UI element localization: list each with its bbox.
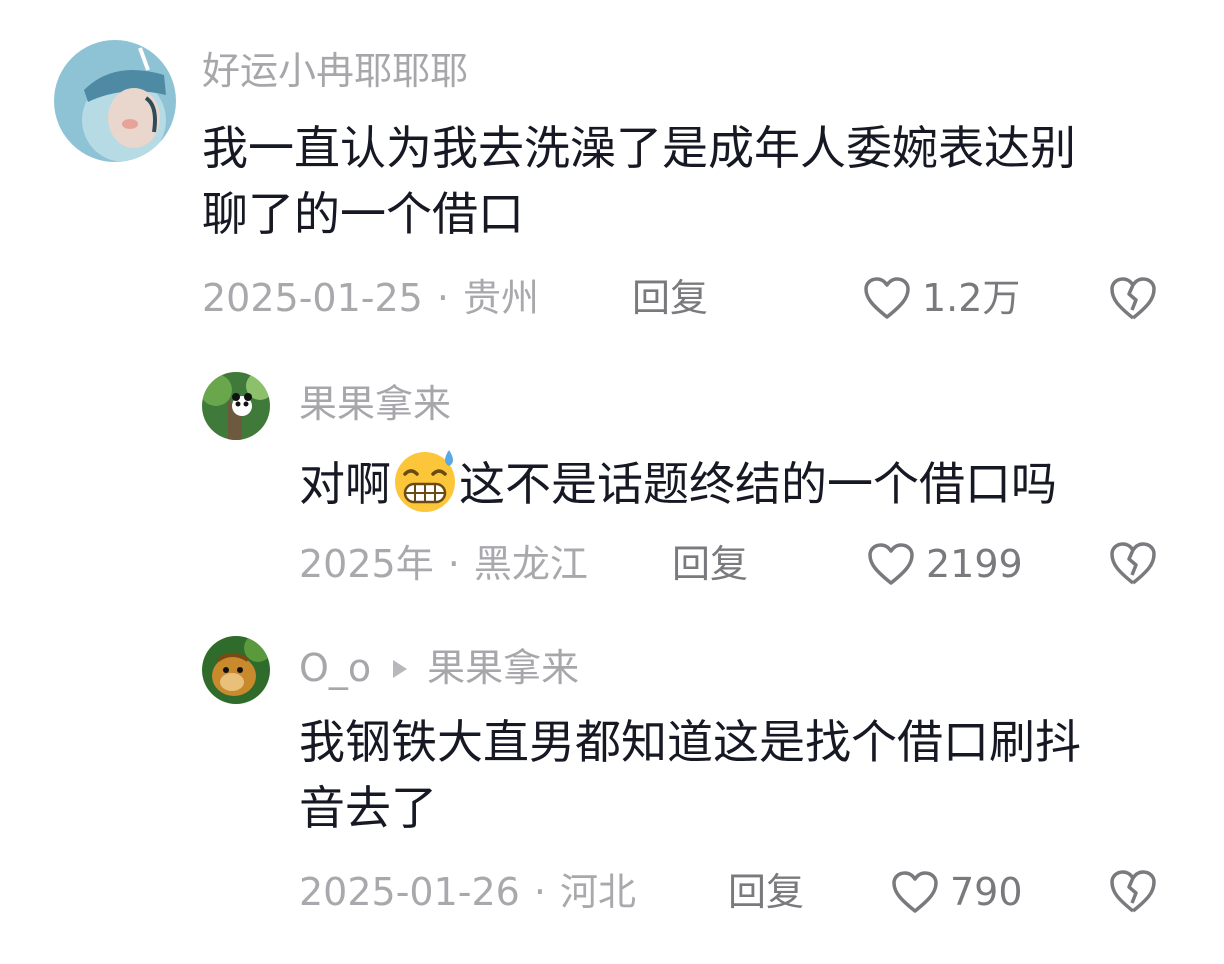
comment-date: 2025-01-25	[202, 276, 423, 320]
comment-date: 2025-01-26	[299, 870, 520, 914]
avatar[interactable]	[202, 636, 270, 704]
separator: ·	[447, 542, 460, 586]
heart-outline-icon	[892, 871, 938, 913]
comment-text: 对啊 这不是话题终结的一个借口吗	[299, 446, 1057, 517]
dislike-button[interactable]	[1108, 867, 1158, 915]
comment-location: 河北	[559, 870, 636, 914]
heart-outline-icon	[868, 543, 914, 585]
username[interactable]: O_o	[299, 646, 371, 690]
comment-location: 贵州	[462, 276, 539, 320]
comment-text-part: 对啊	[299, 457, 391, 511]
comment-text-line: 我钢铁大直男都知道这是找个借口刷抖	[299, 715, 1081, 769]
separator: ·	[436, 276, 449, 320]
broken-heart-icon	[1110, 277, 1156, 320]
dislike-button[interactable]	[1108, 539, 1158, 587]
like-button[interactable]: 2199	[866, 541, 1023, 587]
comment-meta: 2025年 · 黑龙江	[299, 541, 588, 587]
like-button[interactable]: 1.2万	[862, 275, 1020, 321]
comment-meta: 2025-01-25 · 贵州	[202, 275, 539, 321]
comment-text: 我一直认为我去洗澡了是成年人委婉表达别 聊了的一个借口	[202, 115, 1076, 247]
avatar[interactable]	[202, 372, 270, 440]
grimacing-sweat-emoji	[395, 450, 455, 512]
like-count: 790	[950, 870, 1023, 914]
reply-button[interactable]: 回复	[728, 869, 804, 915]
comment-date: 2025年	[299, 542, 434, 586]
comment-text-line: 聊了的一个借口	[202, 187, 524, 241]
reply-button[interactable]: 回复	[672, 541, 748, 587]
username[interactable]: 好运小冉耶耶耶	[202, 48, 468, 94]
like-count: 1.2万	[922, 276, 1021, 320]
avatar[interactable]	[54, 40, 176, 162]
comment-text-part: 这不是话题终结的一个借口吗	[459, 457, 1057, 511]
comment-meta: 2025-01-26 · 河北	[299, 869, 636, 915]
reply-to-username[interactable]: 果果拿来	[427, 646, 579, 690]
like-count: 2199	[926, 542, 1023, 586]
reply-arrow-icon	[393, 659, 408, 678]
comment-text-line: 我一直认为我去洗澡了是成年人委婉表达别	[202, 121, 1076, 175]
broken-heart-icon	[1110, 870, 1156, 913]
heart-outline-icon	[864, 277, 910, 319]
username[interactable]: 果果拿来	[299, 381, 451, 427]
username: O_o 果果拿来	[299, 645, 579, 691]
comment-text-line: 音去了	[299, 781, 437, 835]
like-button[interactable]: 790	[890, 869, 1023, 915]
broken-heart-icon	[1110, 542, 1156, 585]
reply-button[interactable]: 回复	[632, 275, 708, 321]
comment-text: 我钢铁大直男都知道这是找个借口刷抖 音去了	[299, 709, 1081, 841]
comment-location: 黑龙江	[473, 542, 588, 586]
dislike-button[interactable]	[1108, 274, 1158, 322]
separator: ·	[533, 870, 546, 914]
